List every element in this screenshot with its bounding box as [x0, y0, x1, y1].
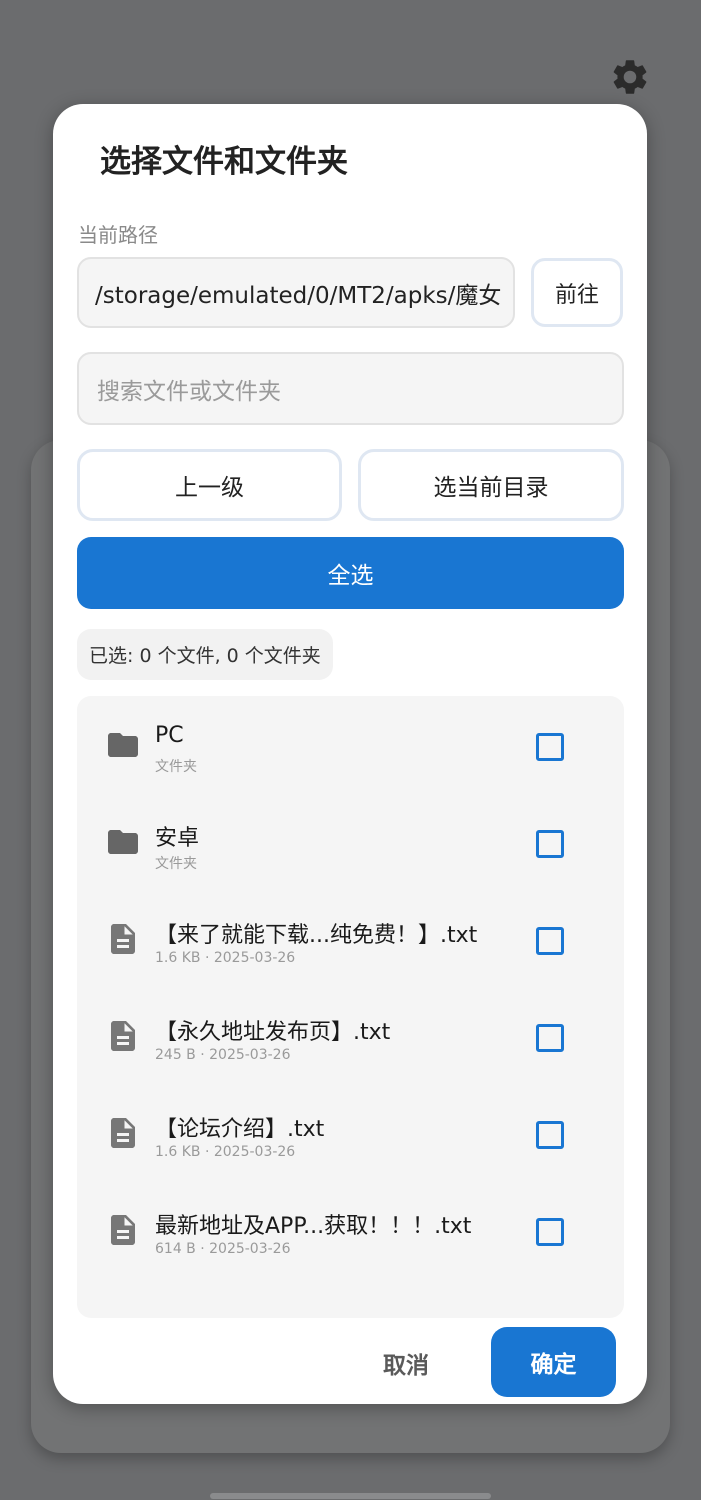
file-name: 【永久地址发布页】.txt — [155, 1020, 391, 1045]
file-picker-dialog: 选择文件和文件夹 当前路径 /storage/emulated/0/MT2/ap… — [53, 104, 647, 1404]
file-meta: 1.6 KB · 2025-03-26 — [155, 1144, 296, 1160]
home-indicator — [210, 1493, 491, 1499]
list-item[interactable]: 【来了就能下载...纯免费！】.txt 1.6 KB · 2025-03-26 — [77, 890, 624, 987]
file-meta: 614 B · 2025-03-26 — [155, 1241, 291, 1257]
gear-icon[interactable] — [609, 56, 651, 98]
checkbox[interactable] — [536, 1121, 564, 1149]
file-name: PC — [155, 723, 184, 748]
file-name: 【来了就能下载...纯免费！】.txt — [155, 923, 478, 948]
folder-icon — [108, 830, 138, 854]
list-item[interactable]: 最新地址及APP...获取！！！.txt 614 B · 2025-03-26 — [77, 1181, 624, 1278]
select-current-directory-button[interactable]: 选当前目录 — [358, 449, 624, 521]
checkbox[interactable] — [536, 830, 564, 858]
search-input[interactable]: 搜索文件或文件夹 — [77, 352, 624, 425]
file-text-icon — [111, 1118, 135, 1148]
checkbox[interactable] — [536, 733, 564, 761]
list-item[interactable]: PC 文件夹 — [77, 696, 624, 793]
parent-directory-button[interactable]: 上一级 — [77, 449, 342, 521]
file-text-icon — [111, 924, 135, 954]
list-item[interactable]: 【论坛介绍】.txt 1.6 KB · 2025-03-26 — [77, 1084, 624, 1181]
path-input[interactable]: /storage/emulated/0/MT2/apks/魔女 — [77, 257, 515, 328]
file-text-icon — [111, 1215, 135, 1245]
cancel-button[interactable]: 取消 — [369, 1340, 443, 1386]
list-item[interactable]: 安卓 文件夹 — [77, 793, 624, 890]
dialog-title: 选择文件和文件夹 — [100, 144, 348, 180]
select-all-button[interactable]: 全选 — [77, 537, 624, 609]
file-text-icon — [111, 1021, 135, 1051]
confirm-button[interactable]: 确定 — [491, 1327, 616, 1397]
file-meta: 1.6 KB · 2025-03-26 — [155, 950, 296, 966]
file-name: 【论坛介绍】.txt — [155, 1117, 325, 1142]
list-item[interactable]: 【永久地址发布页】.txt 245 B · 2025-03-26 — [77, 987, 624, 1084]
selected-summary: 已选: 0 个文件, 0 个文件夹 — [77, 629, 333, 680]
folder-icon — [108, 733, 138, 757]
path-label: 当前路径 — [78, 223, 158, 247]
checkbox[interactable] — [536, 1218, 564, 1246]
checkbox[interactable] — [536, 927, 564, 955]
file-meta: 文件夹 — [155, 856, 197, 872]
go-button[interactable]: 前往 — [531, 258, 623, 327]
file-name: 最新地址及APP...获取！！！.txt — [155, 1214, 472, 1239]
file-meta: 文件夹 — [155, 759, 197, 775]
checkbox[interactable] — [536, 1024, 564, 1052]
file-name: 安卓 — [155, 826, 200, 851]
file-meta: 245 B · 2025-03-26 — [155, 1047, 291, 1063]
file-list: PC 文件夹 安卓 文件夹 【来了就能下载...纯免费！】.txt 1.6 KB… — [77, 696, 624, 1318]
